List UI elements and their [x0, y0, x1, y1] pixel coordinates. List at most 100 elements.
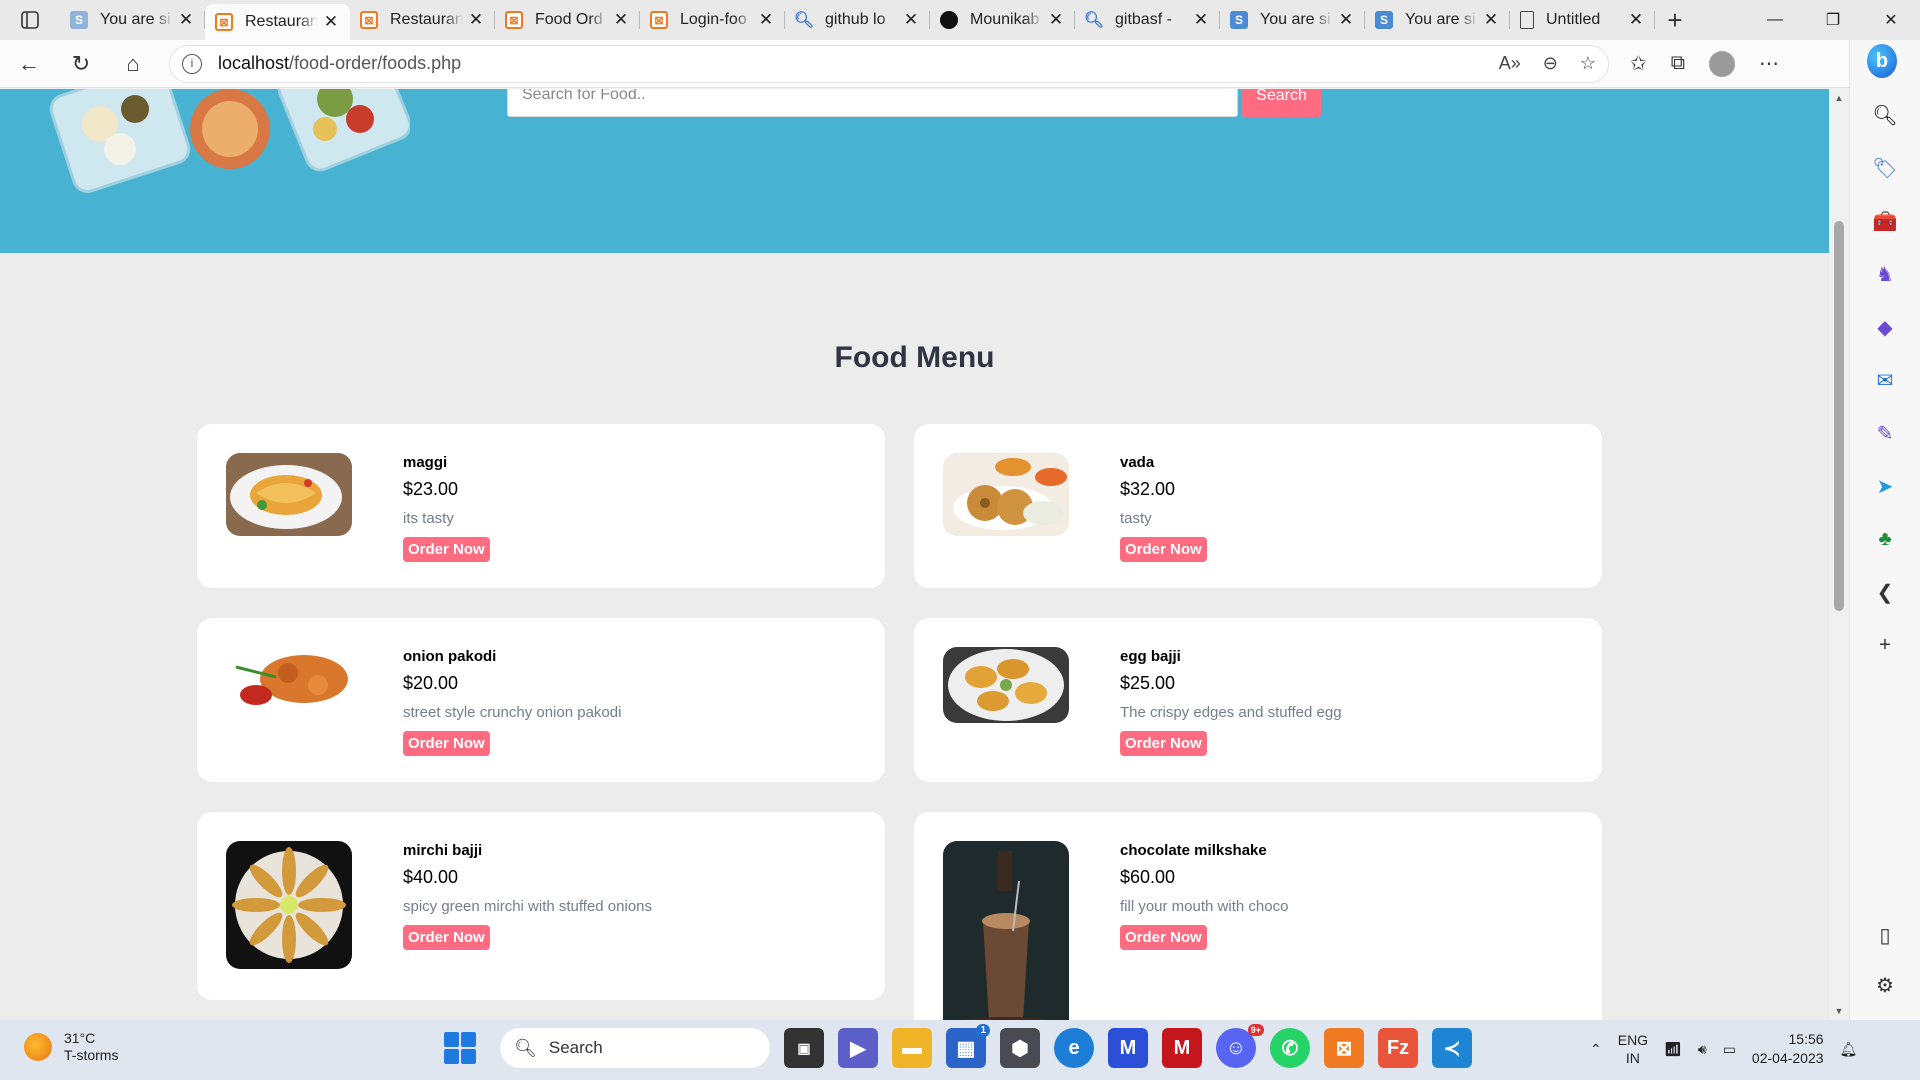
close-icon[interactable]: ✕ [1047, 10, 1065, 30]
chevron-up-icon[interactable]: ⌃ [1590, 1041, 1602, 1058]
restore-button[interactable]: ❐ [1804, 0, 1862, 40]
close-icon[interactable]: ✕ [1337, 10, 1355, 30]
order-now-button[interactable]: Order Now [403, 925, 490, 950]
tab[interactable]: 🔍︎ github lo ✕ [785, 0, 930, 40]
close-icon[interactable]: ✕ [1192, 10, 1210, 30]
scroll-up-icon[interactable]: ▲ [1833, 93, 1845, 103]
close-icon[interactable]: ✕ [322, 12, 340, 32]
close-icon[interactable]: ✕ [177, 10, 195, 30]
volume-icon[interactable]: 🔊︎ [1698, 1041, 1707, 1058]
windows-taskbar: 31°C T-storms 🔍︎ Search ▣ ▶ ▬ ▦ 1 ⬢ e M M… [0, 1020, 1920, 1080]
tab[interactable]: 🔍︎ gitbasf - ✕ [1075, 0, 1220, 40]
tab[interactable]: S You are si ✕ [1220, 0, 1365, 40]
close-icon[interactable]: ✕ [467, 10, 485, 30]
food-name: egg bajji [1120, 648, 1181, 665]
more-menu-icon[interactable]: ⋯ [1759, 51, 1779, 76]
clock[interactable]: 15:56 02-04-2023 [1752, 1030, 1824, 1068]
xampp-icon: ⊠ [215, 13, 233, 31]
order-now-button[interactable]: Order Now [1120, 925, 1207, 950]
food-name: vada [1120, 454, 1155, 471]
order-now-button[interactable]: Order Now [403, 537, 490, 562]
food-search-input[interactable]: Search for Food.. [507, 89, 1238, 117]
app-icon[interactable]: ⬢ [1000, 1028, 1040, 1068]
tab[interactable]: Mounikab ✕ [930, 0, 1075, 40]
vscode-icon[interactable]: ≺ [1432, 1028, 1472, 1068]
discord-icon[interactable]: ☺ 9+ [1216, 1024, 1264, 1068]
new-tab-button[interactable]: + [1655, 5, 1695, 36]
language-indicator[interactable]: ENG IN [1618, 1031, 1648, 1067]
profile-avatar[interactable] [1709, 50, 1736, 77]
settings-icon[interactable]: ⚙ [1870, 970, 1900, 1000]
browser-tab-bar: S You are si ✕ ⊠ Restauran ✕ ⊠ Restauran… [0, 0, 1920, 40]
close-icon[interactable]: ✕ [1482, 10, 1500, 30]
order-now-button[interactable]: Order Now [1120, 731, 1207, 756]
search-icon[interactable]: 🔍︎ [1870, 100, 1900, 130]
battery-icon[interactable]: ▭ [1723, 1041, 1736, 1058]
file-explorer-icon[interactable]: ▬ [892, 1028, 932, 1068]
add-favorite-icon[interactable]: ☆ [1580, 53, 1596, 74]
xampp-icon[interactable]: ⊠ [1324, 1028, 1364, 1068]
page-scrollbar[interactable]: ▲ ▼ [1829, 89, 1849, 1020]
page-title: Food Menu [834, 341, 995, 374]
read-aloud-icon[interactable]: A» [1499, 53, 1521, 74]
start-button[interactable] [444, 1032, 476, 1064]
tools-icon[interactable]: 🧰 [1870, 206, 1900, 236]
collections-icon[interactable]: ⧉ [1671, 52, 1685, 75]
zoom-icon[interactable]: ⊖ [1543, 53, 1558, 74]
tab[interactable]: S You are si ✕ [60, 0, 205, 40]
games-icon[interactable]: ♞ [1870, 259, 1900, 289]
tab-active[interactable]: ⊠ Restauran ✕ [205, 4, 350, 40]
info-icon[interactable]: i [182, 53, 202, 74]
food-card: mirchi bajji $40.00 spicy green mirchi w… [197, 812, 885, 1000]
drop-icon[interactable]: ❮ [1870, 577, 1900, 607]
tab[interactable]: ⊠ Login-foo ✕ [640, 0, 785, 40]
taskbar-search[interactable]: 🔍︎ Search [500, 1028, 770, 1068]
close-icon[interactable]: ✕ [757, 10, 775, 30]
whatsapp-icon[interactable]: ✆ [1270, 1028, 1310, 1068]
order-now-button[interactable]: Order Now [1120, 537, 1207, 562]
mcafee-icon[interactable]: M [1162, 1028, 1202, 1068]
back-button[interactable]: ← [6, 44, 52, 84]
mail-app-icon[interactable]: M [1108, 1028, 1148, 1068]
food-image [226, 453, 352, 536]
sidebar-toggle-icon[interactable]: ▯ [1870, 920, 1900, 950]
store-icon[interactable]: ▦ 1 [946, 1024, 990, 1068]
tab[interactable]: ⊠ Food Ord ✕ [495, 0, 640, 40]
search-button[interactable]: Search [1242, 89, 1321, 117]
refresh-button[interactable]: ↻ [58, 44, 104, 84]
weather-condition: T-storms [64, 1047, 119, 1063]
filezilla-icon[interactable]: Fz [1378, 1028, 1418, 1068]
task-view-icon[interactable]: ▣ [784, 1028, 824, 1068]
favorites-icon[interactable]: ✩ [1630, 51, 1647, 76]
minimize-button[interactable]: — [1746, 0, 1804, 40]
edge-icon[interactable]: e [1054, 1028, 1094, 1068]
close-window-button[interactable]: ✕ [1862, 0, 1920, 40]
send-icon[interactable]: ➤ [1870, 471, 1900, 501]
scroll-thumb[interactable] [1834, 221, 1844, 611]
designer-icon[interactable]: ✎ [1870, 418, 1900, 448]
wifi-icon[interactable]: 📶︎ [1664, 1041, 1682, 1058]
vada-image [943, 453, 1069, 536]
shopping-icon[interactable]: 🏷 [1870, 153, 1900, 183]
address-bar[interactable]: i localhost/food-order/foods.php A» ⊖ ☆ [170, 45, 1608, 82]
tab-title: Restauran [390, 11, 463, 28]
weather-widget[interactable]: 31°C T-storms [24, 1030, 118, 1064]
add-icon[interactable]: + [1870, 630, 1900, 660]
close-icon[interactable]: ✕ [902, 10, 920, 30]
tab-actions-button[interactable] [0, 0, 60, 40]
tab[interactable]: S You are si ✕ [1365, 0, 1510, 40]
microsoft365-icon[interactable]: ◆ [1870, 312, 1900, 342]
order-now-button[interactable]: Order Now [403, 731, 490, 756]
outlook-icon[interactable]: ✉ [1870, 365, 1900, 395]
teams-icon[interactable]: ▶ [838, 1028, 878, 1068]
tree-icon[interactable]: ♣ [1870, 524, 1900, 554]
bing-chat-button[interactable]: b [1867, 44, 1897, 78]
close-icon[interactable]: ✕ [1627, 10, 1645, 30]
search-button-label: Search [1256, 89, 1307, 104]
scroll-down-icon[interactable]: ▼ [1833, 1006, 1845, 1016]
tab[interactable]: Untitled ✕ [1510, 0, 1655, 40]
notification-icon[interactable]: 🔔︎ [1840, 1041, 1858, 1058]
tab[interactable]: ⊠ Restauran ✕ [350, 0, 495, 40]
close-icon[interactable]: ✕ [612, 10, 630, 30]
home-button[interactable]: ⌂ [110, 44, 156, 84]
